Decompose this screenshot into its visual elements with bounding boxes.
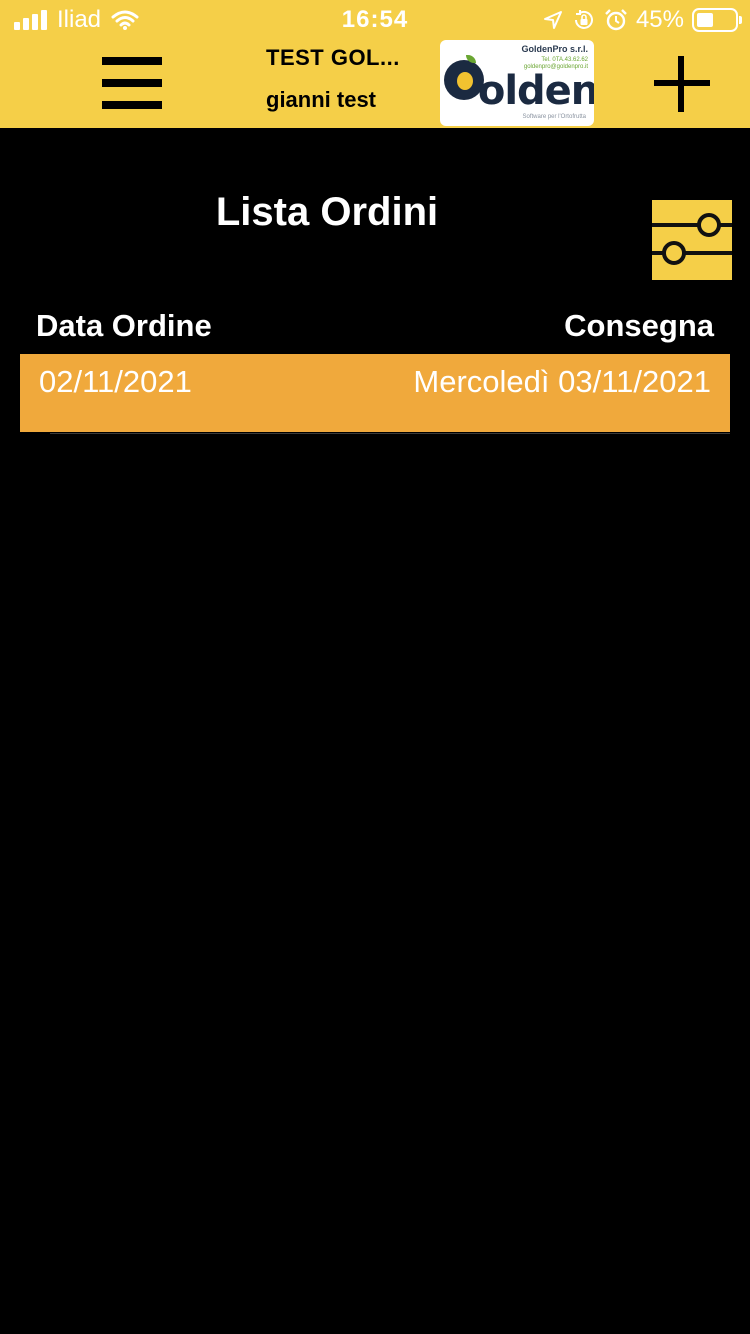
table-row[interactable]: 02/11/2021 Mercoledì 03/11/2021 (20, 354, 730, 432)
filter-button[interactable] (652, 200, 732, 280)
logo-brand: GoldenPro s.r.l. (521, 44, 588, 54)
status-right: 45% (542, 6, 742, 34)
logo-tagline: Software per l'Ortofrutta (522, 114, 586, 120)
company-name: TEST GOL... (266, 45, 400, 70)
logo-wordmark: Golden (446, 68, 594, 114)
logo-wordmark-text: olden (477, 68, 594, 114)
battery-icon (692, 8, 742, 32)
user-name: gianni test (266, 87, 377, 112)
column-header-order-date: Data Ordine (36, 308, 212, 343)
filter-sliders-icon (652, 213, 732, 265)
app-header-area: Iliad 16:54 45% TEST GOL... gianni test … (0, 0, 750, 128)
order-date-cell: 02/11/2021 (39, 364, 192, 399)
hamburger-icon[interactable] (102, 57, 162, 109)
delivery-cell: Mercoledì 03/11/2021 (413, 364, 711, 399)
plus-icon[interactable] (654, 56, 710, 112)
rotation-lock-icon (574, 10, 593, 29)
alarm-icon (605, 9, 627, 31)
table-header: Data Ordine Consegna (36, 308, 714, 348)
app-header: TEST GOL... gianni test GoldenPro s.r.l.… (0, 40, 750, 128)
header-titles: TEST GOL... gianni test (266, 43, 426, 115)
location-icon (543, 11, 562, 29)
battery-percent: 45% (635, 6, 684, 33)
page-title: Lista Ordini (215, 190, 439, 234)
status-bar: Iliad 16:54 45% (0, 0, 750, 40)
row-divider (50, 433, 730, 434)
column-header-delivery: Consegna (564, 308, 714, 343)
logo-phone: Tel. 0TA.43.62.62 (541, 57, 588, 63)
golden-logo: GoldenPro s.r.l. Tel. 0TA.43.62.62 golde… (440, 40, 594, 126)
